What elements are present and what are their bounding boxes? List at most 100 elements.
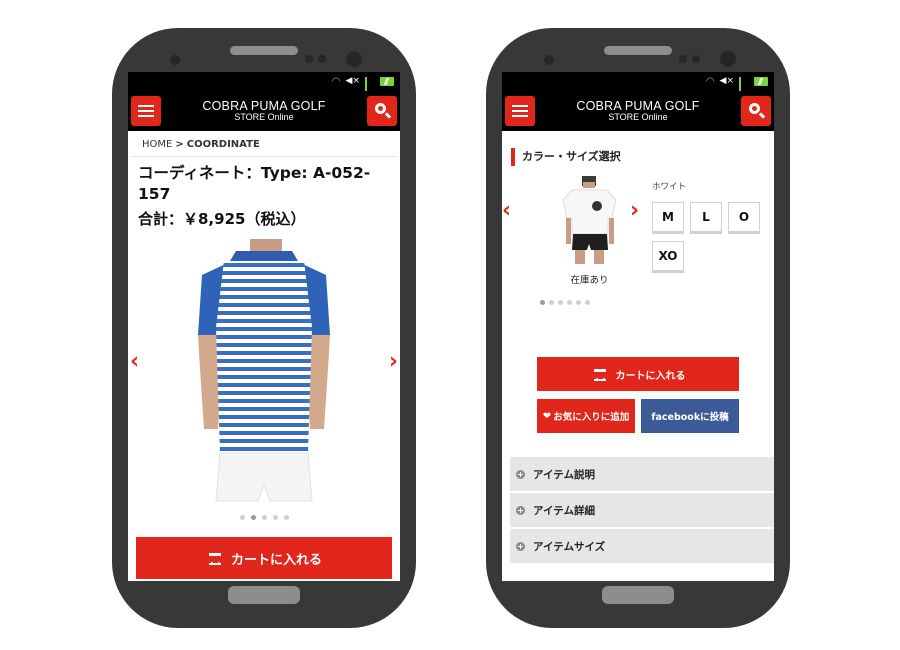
logo-line2: STORE Online <box>608 112 668 123</box>
breadcrumb-home[interactable]: HOME <box>142 139 172 150</box>
carousel-dot[interactable] <box>567 300 572 305</box>
phone-speaker <box>604 46 672 55</box>
size-button-l[interactable]: L <box>690 202 722 234</box>
add-to-favorites-button[interactable]: ❤ お気に入りに追加 <box>537 399 635 433</box>
product-title: コーディネート：Type: A-052-157 <box>138 164 371 203</box>
logo-line1: COBRA PUMA GOLF <box>202 98 326 113</box>
search-icon-handle <box>758 112 766 119</box>
store-logo[interactable]: COBRA PUMA GOLF STORE Online <box>202 100 325 123</box>
menu-button[interactable] <box>505 96 535 126</box>
phone-sensor <box>170 55 180 65</box>
carousel-dot-active[interactable] <box>540 300 545 305</box>
menu-icon <box>512 115 528 117</box>
carousel-dot-active[interactable] <box>250 515 256 520</box>
mute-icon: ◀× <box>719 76 734 86</box>
store-logo[interactable]: COBRA PUMA GOLF STORE Online <box>576 100 699 123</box>
carousel-dot[interactable] <box>549 300 554 305</box>
screen-left: ◠ ◀× COBRA PUMA GOLF STORE Online HOME >… <box>128 72 400 581</box>
product-image <box>198 239 330 502</box>
signal-icon <box>739 77 749 101</box>
size-grid: M L O XO <box>652 202 760 273</box>
search-button[interactable] <box>741 96 771 126</box>
phone-home-button[interactable] <box>228 586 300 604</box>
share-facebook-button[interactable]: facebookに投稿 <box>641 399 739 433</box>
stage: ◠ ◀× COBRA PUMA GOLF STORE Online HOME >… <box>0 0 900 650</box>
logo-line1: COBRA PUMA GOLF <box>576 98 700 113</box>
phone-right: ◠ ◀× COBRA PUMA GOLF STORE Online カラー・サイ… <box>486 28 790 628</box>
accordion-item-details[interactable]: + アイテム詳細 <box>510 493 774 529</box>
menu-icon <box>138 110 154 112</box>
carousel-dot[interactable] <box>239 515 245 520</box>
carousel-dot[interactable] <box>272 515 278 520</box>
screen-right: ◠ ◀× COBRA PUMA GOLF STORE Online カラー・サイ… <box>502 72 774 581</box>
size-button-m[interactable]: M <box>652 202 684 234</box>
status-bar: ◠ ◀× <box>128 72 400 101</box>
menu-icon <box>512 110 528 112</box>
carousel-dot[interactable] <box>576 300 581 305</box>
accordion-item-description[interactable]: + アイテム説明 <box>510 457 774 493</box>
color-swatch-image[interactable] <box>552 174 627 266</box>
item-info-accordion: + アイテム説明 + アイテム詳細 + アイテムサイズ <box>510 457 774 565</box>
plus-circle-icon: + <box>516 541 525 551</box>
stock-status: 在庫あり <box>570 275 609 286</box>
breadcrumb-current: COORDINATE <box>186 139 260 150</box>
chevron-right-icon[interactable]: › <box>630 200 639 222</box>
product-total: 合計：￥8,925（税込） <box>138 210 306 228</box>
cart-icon <box>206 552 223 565</box>
search-icon <box>749 103 760 114</box>
section-title: カラー・サイズ選択 <box>511 148 774 166</box>
action-row: ❤ お気に入りに追加 facebookに投稿 <box>502 399 774 433</box>
phone-camera <box>346 51 362 67</box>
mute-icon: ◀× <box>345 76 360 86</box>
wifi-icon: ◠ <box>705 76 715 87</box>
plus-circle-icon: + <box>516 505 525 515</box>
accordion-label: アイテムサイズ <box>533 540 606 553</box>
accordion-label: アイテム詳細 <box>533 504 595 517</box>
status-bar: ◠ ◀× <box>502 72 774 101</box>
carousel-dots <box>540 300 610 305</box>
chevron-right-icon[interactable]: › <box>389 351 398 373</box>
carousel-dots <box>128 515 400 520</box>
phone-sensor <box>305 55 313 63</box>
battery-icon <box>754 77 768 86</box>
add-to-cart-label: カートに入れる <box>230 552 322 568</box>
search-button[interactable] <box>367 96 397 126</box>
accordion-item-size[interactable]: + アイテムサイズ <box>510 529 774 565</box>
phone-speaker <box>230 46 298 55</box>
phone-sensor <box>679 55 687 63</box>
product-image-carousel: ‹ › <box>128 239 400 509</box>
signal-icon <box>365 77 375 101</box>
carousel-dot[interactable] <box>558 300 563 305</box>
breadcrumb: HOME > COORDINATE <box>132 131 396 157</box>
logo-line2: STORE Online <box>234 112 294 123</box>
menu-icon <box>512 105 528 107</box>
add-to-cart-button[interactable]: カートに入れる <box>136 537 392 579</box>
search-icon <box>375 103 386 114</box>
size-button-o[interactable]: O <box>728 202 760 234</box>
size-button-xo[interactable]: XO <box>652 241 684 273</box>
phone-sensor <box>692 55 700 63</box>
carousel-dot[interactable] <box>261 515 267 520</box>
add-to-cart-label: カートに入れる <box>615 370 686 382</box>
cart-icon <box>591 368 608 381</box>
phone-home-button[interactable] <box>602 586 674 604</box>
plus-circle-icon: + <box>516 469 525 479</box>
carousel-dot[interactable] <box>585 300 590 305</box>
chevron-left-icon[interactable]: ‹ <box>502 200 511 222</box>
heart-icon: ❤ <box>542 410 552 422</box>
site-header: COBRA PUMA GOLF STORE Online <box>502 91 774 131</box>
accordion-label: アイテム説明 <box>533 468 595 481</box>
phone-left: ◠ ◀× COBRA PUMA GOLF STORE Online HOME >… <box>112 28 416 628</box>
wifi-icon: ◠ <box>331 76 341 87</box>
phone-sensor <box>544 55 554 65</box>
phone-camera <box>720 51 736 67</box>
menu-button[interactable] <box>131 96 161 126</box>
carousel-dot[interactable] <box>283 515 289 520</box>
size-options: ホワイト M L O XO <box>652 180 760 273</box>
add-to-cart-button[interactable]: カートに入れる <box>537 357 739 391</box>
chevron-left-icon[interactable]: ‹ <box>130 351 139 373</box>
add-to-favorites-label: お気に入りに追加 <box>553 412 630 423</box>
menu-icon <box>138 105 154 107</box>
color-name: ホワイト <box>652 182 687 192</box>
menu-icon <box>138 115 154 117</box>
